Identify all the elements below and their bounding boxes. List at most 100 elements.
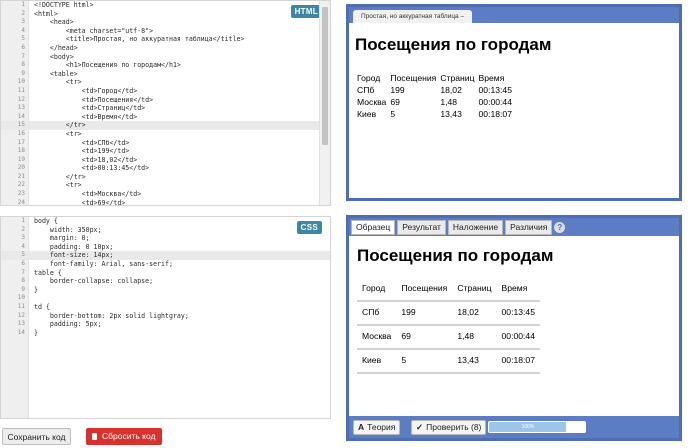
code-text: <tr> <box>34 181 82 190</box>
code-line[interactable]: 21 </tr> <box>1 173 330 182</box>
code-line[interactable]: 8 border-collapse: collapse; <box>1 277 330 286</box>
line-number: 6 <box>21 259 25 267</box>
tab-differences[interactable]: Различия <box>505 220 553 235</box>
reset-code-button[interactable]: Сбросить код <box>86 428 162 445</box>
table-cell: 00:00:44 <box>496 325 540 350</box>
html-editor-scrollbar[interactable] <box>319 1 330 205</box>
sample-heading: Посещения по городам <box>357 246 554 265</box>
line-number: 18 <box>17 147 25 155</box>
line-number: 11 <box>17 302 25 310</box>
code-line[interactable]: 14} <box>1 329 330 338</box>
check-button[interactable]: ✓ Проверить (8) <box>411 420 487 435</box>
code-line[interactable]: 6 </head> <box>1 44 330 53</box>
trash-icon <box>92 433 97 441</box>
code-line[interactable]: 8 <h1>Посещения по городам</h1> <box>1 61 330 70</box>
table-row: Москва 69 1,48 00:00:44 <box>356 96 514 107</box>
code-text: <meta charset="utf-8"> <box>34 26 154 35</box>
table-cell: Посещения <box>390 72 437 83</box>
code-line[interactable]: 3 margin: 0; <box>1 234 330 243</box>
code-line[interactable]: 24 <td>69</td> <box>1 199 330 205</box>
code-line[interactable]: 10 <box>1 294 330 303</box>
code-text: <td>00:13:45</td> <box>34 164 150 173</box>
preview-window-bar: Простая, но аккуратная таблица – <box>349 7 679 23</box>
table-row: Город Посещения Страниц Время <box>356 72 514 83</box>
preview-table: Город Посещения Страниц Время СПб 199 18,02 00:… <box>355 71 515 120</box>
code-text: <!DOCTYPE html> <box>34 1 94 9</box>
code-line[interactable]: 7 table { <box>1 269 330 278</box>
code-line[interactable]: 20 <td>00:13:45</td> <box>1 164 330 173</box>
code-line[interactable]: 1 <!DOCTYPE html> <box>1 1 330 10</box>
code-line[interactable]: 5 <title>Простая, но аккуратная таблица<… <box>1 35 330 44</box>
code-line[interactable]: 11 td { <box>1 303 330 312</box>
code-line[interactable]: 17 <td>СПб</td> <box>1 139 330 148</box>
trainer-workspace: 1 <!DOCTYPE html> 2 <html> 3 <head> 4 <meta c… <box>0 0 689 448</box>
code-text: <table> <box>34 69 78 78</box>
code-line[interactable]: 22 <tr> <box>1 181 330 190</box>
line-number: 6 <box>21 43 25 51</box>
table-cell: 18,02 <box>452 301 497 326</box>
help-icon[interactable]: ? <box>554 222 566 233</box>
table-cell: 199 <box>396 301 453 326</box>
code-text: <td>СПб</td> <box>34 138 130 147</box>
line-number: 8 <box>21 61 25 69</box>
code-line[interactable]: 9} <box>1 286 330 295</box>
table-cell: 69 <box>390 96 400 107</box>
code-text: </tr> <box>34 121 86 130</box>
code-line[interactable]: 14 <td>Время</td> <box>1 113 330 122</box>
html-code-lines[interactable]: 1 <!DOCTYPE html> 2 <html> 3 <head> 4 <meta c… <box>1 1 330 205</box>
code-line[interactable]: 15 </tr> <box>1 121 330 130</box>
code-line[interactable]: 23 <td>Москва</td> <box>1 190 330 199</box>
css-code-editor[interactable]: 1 body {2 width: 350px; 3 margin: 0; 4 padd… <box>0 216 331 419</box>
css-badge: CSS <box>296 221 322 234</box>
line-number: 5 <box>21 251 25 259</box>
code-line[interactable]: 3 <head> <box>1 18 330 27</box>
line-number: 21 <box>17 172 25 180</box>
theory-button[interactable]: A Теория <box>353 420 401 435</box>
table-cell: Москва <box>357 325 397 350</box>
code-line[interactable]: 16 <tr> <box>1 130 330 139</box>
code-line[interactable]: 2 width: 350px; <box>1 226 330 235</box>
code-line[interactable]: 18 <td>199</td> <box>1 147 330 156</box>
code-line[interactable]: 13 padding: 5px; <box>1 320 330 329</box>
code-line[interactable]: 13 <td>Страниц</td> <box>1 104 330 113</box>
code-line[interactable]: 4 padding: 0 10px; <box>1 243 330 252</box>
code-line[interactable]: 12 <td>Посещения</td> <box>1 96 330 105</box>
tab-result[interactable]: Результат <box>397 220 446 235</box>
table-cell: Киев <box>357 108 377 119</box>
compare-tabs: Образец Результат Наложение Различия ? <box>349 218 679 236</box>
line-number: 17 <box>17 138 25 146</box>
line-number: 23 <box>17 190 25 198</box>
code-text: <td>199</td> <box>34 147 130 156</box>
code-line[interactable]: 2 <html> <box>1 10 330 19</box>
code-text: <td>Город</td> <box>34 86 138 95</box>
code-text: td { <box>34 302 50 311</box>
code-text: <h1>Посещения по городам</h1> <box>34 61 181 70</box>
code-line[interactable]: 7 <body> <box>1 53 330 62</box>
line-number: 9 <box>21 69 25 77</box>
table-row: СПб 199 18,02 00:13:45 <box>357 301 540 326</box>
code-text: <td>Посещения</td> <box>34 95 154 104</box>
save-code-button[interactable]: Сохранить код <box>2 428 71 445</box>
code-line[interactable]: 4 <meta charset="utf-8"> <box>1 27 330 36</box>
html-code-editor[interactable]: 1 <!DOCTYPE html> 2 <html> 3 <head> 4 <meta c… <box>0 0 331 206</box>
line-number: 1 <box>21 1 25 8</box>
table-cell: Посещения <box>396 278 453 302</box>
code-line[interactable]: 10 <tr> <box>1 78 330 87</box>
scroll-thumb[interactable] <box>322 7 328 145</box>
code-line[interactable]: 11 <td>Город</td> <box>1 87 330 96</box>
tab-sample[interactable]: Образец <box>351 220 396 235</box>
code-line[interactable]: 9 <table> <box>1 70 330 79</box>
line-number: 12 <box>17 95 25 103</box>
code-text: margin: 0; <box>34 234 90 243</box>
css-code-lines[interactable]: 1 body {2 width: 350px; 3 margin: 0; 4 padd… <box>1 217 330 337</box>
line-number: 5 <box>21 35 25 43</box>
code-text: <td>18,02</td> <box>34 155 138 164</box>
table-cell: Город <box>357 72 381 83</box>
code-line[interactable]: 5 font-size: 14px; <box>1 251 330 260</box>
code-line[interactable]: 6 font-family: Arial, sans-serif; <box>1 260 330 269</box>
code-line[interactable]: 1 body { <box>1 217 330 226</box>
table-cell: Страниц <box>452 278 497 302</box>
tab-overlay[interactable]: Наложение <box>447 220 504 235</box>
code-line[interactable]: 19 <td>18,02</td> <box>1 156 330 165</box>
code-line[interactable]: 12 border-bottom: 2px solid lightgray; <box>1 312 330 321</box>
